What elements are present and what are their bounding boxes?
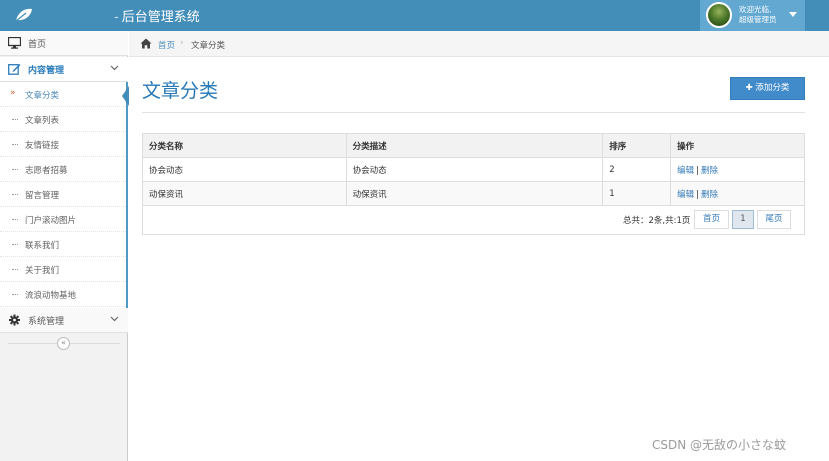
user-info: 欢迎光临, 超级管理员	[739, 5, 777, 25]
tree-dash	[12, 294, 18, 295]
content-submenu: » 文章分类 文章列表 友情链接 志愿者招募 留言管理 门户滚动图片 联系我们	[0, 82, 128, 310]
table-row: 动保资讯 动保资讯 1 编辑 | 删除	[142, 181, 805, 206]
add-category-label: 添加分类	[755, 83, 790, 93]
submenu-item-volunteer[interactable]: 志愿者招募	[0, 157, 126, 182]
user-menu[interactable]: 欢迎光临, 超级管理员	[700, 0, 805, 31]
sidebar-item-label: 内容管理	[28, 66, 65, 76]
last-page-button[interactable]: 尾页	[757, 210, 791, 229]
sidebar-item-label: 首页	[28, 40, 47, 50]
column-header-description: 分类描述	[345, 133, 604, 158]
submenu-item-article-category[interactable]: » 文章分类	[0, 82, 126, 107]
submenu-item-friend-links[interactable]: 友情链接	[0, 132, 126, 157]
double-angle-right-icon: »	[10, 88, 16, 98]
sidebar-item-home[interactable]: 首页	[0, 31, 128, 56]
tree-dash	[12, 244, 18, 245]
category-table: 分类名称 分类描述 排序 操作 协会动态 协会动态 2 编辑 | 删除 动保资讯 动…	[142, 133, 805, 206]
sidebar-item-system[interactable]: 系统管理	[0, 308, 128, 333]
table-row: 协会动态 协会动态 2 编辑 | 删除	[142, 157, 805, 182]
tree-dash	[12, 269, 18, 270]
tree-dash	[12, 119, 18, 120]
cell-name: 动保资讯	[142, 181, 347, 206]
tree-dash	[12, 194, 18, 195]
submenu-item-animal-base[interactable]: 流浪动物基地	[0, 282, 126, 307]
submenu-item-label: 门户滚动图片	[25, 216, 77, 226]
avatar	[706, 2, 732, 28]
column-header-name: 分类名称	[142, 133, 347, 158]
pagination-total: 总共：2条,共:1页	[623, 216, 691, 226]
cell-name: 协会动态	[142, 157, 347, 182]
add-category-button[interactable]: ✚ 添加分类	[730, 77, 805, 100]
top-navbar: - 后台管理系统 欢迎光临, 超级管理员	[0, 0, 829, 31]
leaf-logo-icon	[14, 7, 34, 23]
submenu-item-messages[interactable]: 留言管理	[0, 182, 126, 207]
edit-icon	[8, 63, 21, 75]
active-item-notch	[122, 86, 129, 106]
app-title-text: 后台管理系统	[121, 10, 200, 25]
watermark: CSDN @无敌の小さな蚊	[652, 438, 787, 452]
action-separator: |	[696, 165, 700, 176]
cell-actions: 编辑 | 删除	[670, 157, 805, 182]
submenu-item-article-list[interactable]: 文章列表	[0, 107, 126, 132]
sidebar: 首页 内容管理 » 文章分类 文章列表 友情链接 志愿者招募 留言管理 门户滚动…	[0, 31, 128, 461]
divider	[142, 112, 805, 113]
submenu-item-label: 流浪动物基地	[25, 291, 77, 301]
submenu-item-about[interactable]: 关于我们	[0, 257, 126, 282]
submenu-item-label: 文章列表	[25, 116, 60, 126]
submenu-item-label: 联系我们	[25, 241, 60, 251]
tree-dash	[12, 169, 18, 170]
gear-icon	[8, 314, 21, 326]
cell-order: 1	[602, 181, 672, 206]
chevron-right-icon: ›	[180, 38, 184, 48]
submenu-item-contact[interactable]: 联系我们	[0, 232, 126, 257]
first-page-button[interactable]: 首页	[694, 210, 729, 229]
action-separator: |	[696, 189, 700, 200]
submenu-item-carousel[interactable]: 门户滚动图片	[0, 207, 126, 232]
desktop-icon	[7, 36, 22, 49]
cell-description: 协会动态	[345, 157, 604, 182]
welcome-text: 欢迎光临,	[739, 5, 772, 14]
cell-description: 动保资讯	[345, 181, 604, 206]
sidebar-item-label: 系统管理	[28, 317, 65, 327]
sidebar-item-content[interactable]: 内容管理	[0, 57, 128, 82]
tree-dash	[12, 144, 18, 145]
delete-link[interactable]: 删除	[701, 166, 718, 176]
chevron-down-icon	[110, 314, 119, 326]
collapse-sidebar-button[interactable]: «	[57, 337, 70, 350]
breadcrumb: 首页 › 文章分类	[129, 31, 829, 57]
plus-icon: ✚	[745, 83, 756, 93]
tree-dash	[12, 219, 18, 220]
user-role: 超级管理员	[739, 15, 777, 24]
app-title: - 后台管理系统	[114, 10, 200, 25]
page-title: 文章分类	[142, 80, 219, 102]
column-header-actions: 操作	[670, 133, 805, 158]
column-header-order: 排序	[602, 133, 672, 158]
breadcrumb-current: 文章分类	[191, 41, 226, 51]
table-header-row: 分类名称 分类描述 排序 操作	[142, 133, 805, 158]
submenu-item-label: 友情链接	[25, 141, 60, 151]
home-icon	[140, 38, 152, 49]
delete-link[interactable]: 删除	[701, 190, 718, 200]
submenu-item-label: 留言管理	[25, 191, 60, 201]
cell-order: 2	[602, 157, 672, 182]
submenu-item-label: 志愿者招募	[25, 166, 68, 176]
pagination: 总共：2条,共:1页 首页 1 尾页	[142, 205, 805, 235]
current-page-button[interactable]: 1	[732, 210, 754, 229]
edit-link[interactable]: 编辑	[677, 166, 694, 176]
edit-link[interactable]: 编辑	[677, 190, 694, 200]
caret-down-icon	[789, 12, 797, 17]
breadcrumb-home-link[interactable]: 首页	[158, 39, 175, 51]
sidebar-collapse-bar: «	[0, 334, 128, 354]
cell-actions: 编辑 | 删除	[670, 181, 805, 206]
chevron-down-icon	[110, 63, 119, 75]
submenu-item-label: 关于我们	[25, 266, 60, 276]
submenu-item-label: 文章分类	[25, 91, 60, 101]
